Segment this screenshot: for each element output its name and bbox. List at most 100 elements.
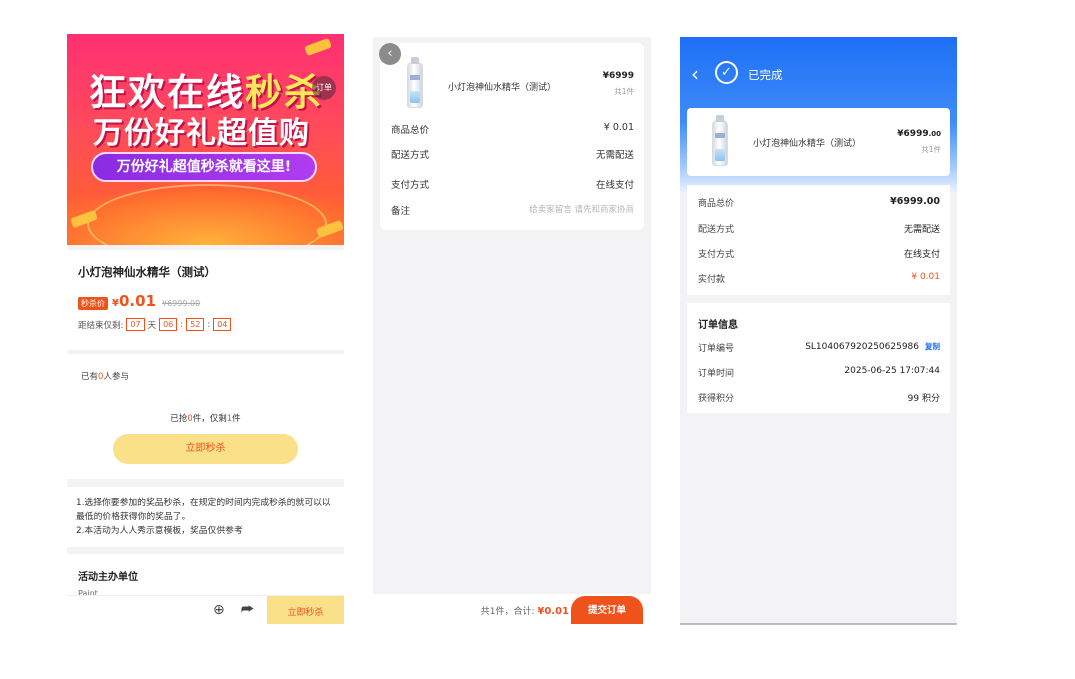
order-float-button[interactable]: 订单 bbox=[312, 76, 336, 100]
row-points: 获得积分 99 积分 bbox=[698, 391, 940, 404]
price-main: ¥6999 bbox=[897, 129, 929, 139]
row-remark: 备注 给卖家留言 请先和商家协商 bbox=[391, 203, 634, 217]
check-circle-icon: ✓ bbox=[715, 61, 738, 84]
product-price: ¥6999.00 bbox=[897, 129, 941, 139]
product-thumbnail bbox=[712, 115, 728, 166]
row-value: ¥6999.00 bbox=[890, 196, 940, 207]
participation-card: 已有0人参与 已抢0件，仅剩1件 立即秒杀 bbox=[67, 354, 344, 479]
banner-pill: 万份好礼超值秒杀就看这里! bbox=[91, 152, 317, 182]
joined-prefix: 已有 bbox=[81, 372, 99, 382]
joined-suffix: 人参与 bbox=[103, 372, 129, 382]
order-complete-screen: ‹ ✓ 已完成 小灯泡神仙水精华（测试） ¥6999.00 共1件 商品总价 ¥6… bbox=[680, 37, 957, 625]
remark-input[interactable]: 给卖家留言 请先和商家协商 bbox=[529, 203, 634, 217]
grabbed-mid: 件，仅剩 bbox=[192, 414, 227, 424]
price-decimal: .00 bbox=[928, 130, 941, 138]
product-card: 小灯泡神仙水精华（测试） 秒杀价 ¥0.01 ¥6999.00 距结束仅剩: 0… bbox=[67, 250, 344, 350]
product-name: 小灯泡神仙水精华（测试） bbox=[448, 83, 557, 93]
product-qty: 共1件 bbox=[614, 87, 634, 96]
order-total: 共1件，合计: ¥0.01 bbox=[481, 604, 569, 617]
row-delivery: 配送方式 无需配送 bbox=[698, 222, 940, 235]
row-label: 商品总价 bbox=[391, 125, 430, 136]
order-number: SL104067920250625986 复制 bbox=[805, 341, 940, 354]
rules-card: 1.选择你要参加的奖品秒杀，在规定的时间内完成秒杀的就可以以最低的价格获得你的奖… bbox=[67, 487, 344, 547]
rule-1: 1.选择你要参加的奖品秒杀，在规定的时间内完成秒杀的就可以以最低的价格获得你的奖… bbox=[76, 498, 331, 522]
row-order-time: 订单时间 2025-06-25 17:07:44 bbox=[698, 366, 940, 379]
original-price: ¥6999.00 bbox=[161, 299, 201, 308]
row-total: 商品总价 ¥ 0.01 bbox=[391, 122, 634, 136]
order-number-value: SL104067920250625986 bbox=[805, 342, 919, 352]
copy-button[interactable]: 复制 bbox=[925, 342, 940, 351]
organizer-heading: 活动主办单位 bbox=[78, 572, 138, 583]
points-earned: 99 积分 bbox=[907, 394, 940, 404]
countdown-day-unit: 天 bbox=[147, 320, 157, 331]
countdown-seconds: 04 bbox=[213, 318, 232, 331]
row-label: 商品总价 bbox=[698, 199, 735, 209]
sale-price: ¥0.01 bbox=[112, 292, 156, 310]
countdown-hours: 06 bbox=[159, 318, 178, 331]
countdown-minutes: 52 bbox=[186, 318, 205, 331]
flash-buy-button[interactable]: 立即秒杀 bbox=[113, 434, 298, 464]
row-label: 获得积分 bbox=[698, 394, 735, 404]
promo-banner: 狂欢在线秒杀 万份好礼超值购 万份好礼超值秒杀就看这里! 订单 bbox=[67, 34, 344, 245]
grabbed-prefix: 已抢 bbox=[170, 414, 188, 424]
product-qty: 共1件 bbox=[921, 145, 941, 154]
confirm-order-screen: 小灯泡神仙水精华（测试） ¥6999 共1件 商品总价 ¥ 0.01 配送方式 无需… bbox=[373, 37, 651, 624]
bottom-flash-buy-button[interactable]: 立即秒杀 bbox=[267, 596, 344, 624]
bottom-action-bar: ⊕ ⮫ 立即秒杀 bbox=[67, 595, 344, 624]
row-label: 订单时间 bbox=[698, 369, 735, 379]
status-header: ‹ ✓ 已完成 小灯泡神仙水精华（测试） ¥6999.00 共1件 bbox=[680, 37, 957, 192]
back-icon[interactable]: ‹ bbox=[379, 43, 401, 65]
row-label: 备注 bbox=[391, 206, 411, 217]
row-order-number: 订单编号 SL104067920250625986 复制 bbox=[698, 341, 940, 354]
row-label: 支付方式 bbox=[391, 180, 430, 191]
row-paid: 实付款 ¥ 0.01 bbox=[698, 272, 940, 285]
checkout-bar: 共1件，合计: ¥0.01 提交订单 bbox=[373, 594, 651, 624]
total-prefix: 共1件，合计: bbox=[480, 607, 535, 617]
row-label: 支付方式 bbox=[698, 250, 735, 260]
sale-badge: 秒杀价 bbox=[78, 297, 108, 310]
row-value: ¥ 0.01 bbox=[911, 272, 940, 282]
row-value: 无需配送 bbox=[903, 225, 940, 235]
row-value: 无需配送 bbox=[595, 150, 634, 161]
row-label: 配送方式 bbox=[391, 150, 430, 161]
order-card: 小灯泡神仙水精华（测试） ¥6999 共1件 商品总价 ¥ 0.01 配送方式 无需… bbox=[380, 43, 644, 230]
order-info: 订单信息 订单编号 SL104067920250625986 复制 订单时间 2025… bbox=[687, 303, 950, 413]
row-payment: 支付方式 在线支付 bbox=[698, 247, 940, 260]
row-value: 在线支付 bbox=[903, 250, 940, 260]
share-icon[interactable]: ⮫ bbox=[241, 602, 254, 618]
countdown-label: 距结束仅剩: bbox=[78, 320, 124, 331]
stock-status: 已抢0件，仅剩1件 bbox=[67, 412, 344, 424]
row-total: 商品总价 ¥6999.00 bbox=[698, 196, 940, 209]
price-symbol: ¥ bbox=[112, 298, 119, 309]
product-name: 小灯泡神仙水精华（测试） bbox=[753, 139, 862, 149]
product-card: 小灯泡神仙水精华（测试） ¥6999.00 共1件 bbox=[687, 108, 950, 176]
price-value: 0.01 bbox=[118, 292, 156, 310]
row-delivery: 配送方式 无需配送 bbox=[391, 147, 634, 161]
back-icon[interactable]: ‹ bbox=[691, 62, 699, 86]
add-circle-icon[interactable]: ⊕ bbox=[213, 602, 225, 618]
banner-subheadline: 万份好礼超值购 bbox=[93, 116, 310, 151]
product-price: ¥6999 bbox=[602, 71, 634, 81]
order-info-title: 订单信息 bbox=[698, 320, 738, 331]
coin-decoration bbox=[304, 37, 332, 57]
joined-count: 已有0人参与 bbox=[81, 370, 129, 382]
total-value: ¥0.01 bbox=[537, 606, 569, 617]
row-label: 实付款 bbox=[698, 275, 726, 285]
flash-sale-screen: 狂欢在线秒杀 万份好礼超值购 万份好礼超值秒杀就看这里! 订单 小灯泡神仙水精华… bbox=[67, 34, 344, 624]
row-label: 订单编号 bbox=[698, 344, 735, 354]
row-label: 配送方式 bbox=[698, 225, 735, 235]
countdown-days: 07 bbox=[126, 318, 145, 331]
row-value: 在线支付 bbox=[595, 180, 634, 191]
submit-order-button[interactable]: 提交订单 bbox=[571, 596, 643, 624]
product-title: 小灯泡神仙水精华（测试） bbox=[78, 265, 216, 279]
row-payment: 支付方式 在线支付 bbox=[391, 177, 634, 191]
payment-summary: 商品总价 ¥6999.00 配送方式 无需配送 支付方式 在线支付 实付款 ¥ 0.01 bbox=[687, 185, 950, 295]
rule-2: 2.本活动为人人秀示意模板，奖品仅供参考 bbox=[76, 526, 243, 536]
status-title: 已完成 bbox=[748, 68, 783, 82]
row-value: ¥ 0.01 bbox=[603, 122, 634, 133]
product-thumbnail bbox=[407, 57, 423, 108]
order-time: 2025-06-25 17:07:44 bbox=[844, 366, 940, 376]
price-row: 秒杀价 ¥0.01 ¥6999.00 bbox=[78, 292, 333, 310]
countdown: 距结束仅剩: 07 天 06: 52: 04 bbox=[78, 318, 333, 331]
grabbed-suffix: 件 bbox=[232, 414, 241, 424]
